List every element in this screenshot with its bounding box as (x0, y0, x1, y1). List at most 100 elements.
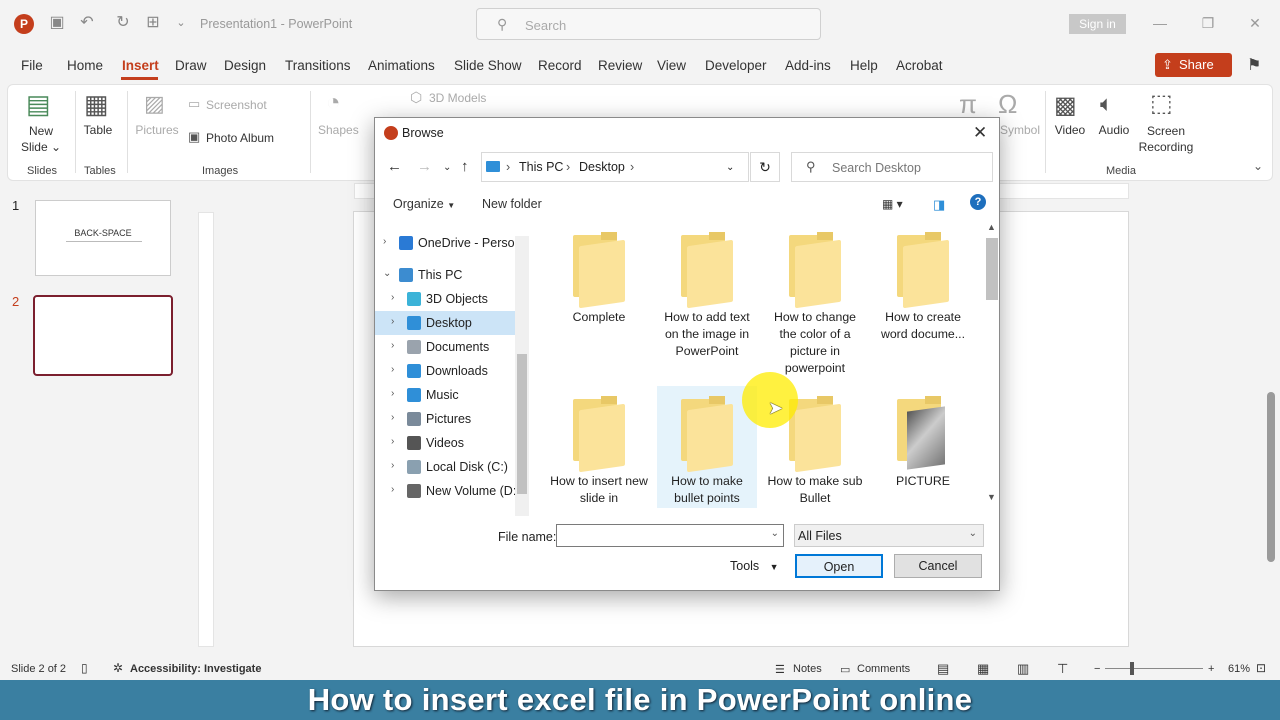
chevron-right-icon[interactable]: › (383, 236, 386, 247)
present-icon[interactable]: ⊞ (142, 12, 164, 34)
zoom-level[interactable]: 61% (1228, 663, 1250, 675)
tab-file[interactable]: File (21, 58, 43, 73)
accessibility-icon[interactable]: ✲ (113, 661, 123, 675)
file-item[interactable]: How to add text on the image in PowerPoi… (657, 222, 757, 382)
file-item[interactable]: How to change the color of a picture in … (765, 222, 865, 382)
file-type-select[interactable]: All Files ⌄ (794, 524, 984, 547)
scroll-up-icon[interactable]: ▲ (987, 222, 996, 232)
tab-animations[interactable]: Animations (368, 58, 435, 73)
comments-icon[interactable]: ⚑ (1247, 55, 1261, 75)
redo-icon[interactable]: ↻ (112, 12, 134, 34)
scroll-thumb[interactable] (986, 238, 998, 300)
chevron-right-icon[interactable]: › (391, 316, 394, 327)
photo-album-button[interactable]: Photo Album (206, 131, 274, 145)
nav-scrollbar[interactable] (515, 236, 529, 516)
zoom-in-icon[interactable]: + (1208, 663, 1214, 675)
help-icon[interactable]: ? (970, 194, 986, 210)
nav-item[interactable]: › Local Disk (C:) (375, 455, 515, 479)
tab-slide-show[interactable]: Slide Show (454, 58, 522, 73)
preview-pane-icon[interactable]: ◨ (933, 197, 945, 213)
comments-button[interactable]: Comments (857, 663, 910, 675)
nav-item[interactable]: › 3D Objects (375, 287, 515, 311)
organize-button[interactable]: Organize ▼ (393, 197, 455, 211)
zoom-out-icon[interactable]: − (1094, 663, 1100, 675)
sign-in-button[interactable]: Sign in (1069, 14, 1126, 34)
chevron-right-icon[interactable]: › (391, 388, 394, 399)
nav-item[interactable]: ⌄ This PC (375, 263, 515, 287)
nav-item[interactable]: › Pictures (375, 407, 515, 431)
nav-item[interactable]: › Documents (375, 335, 515, 359)
nav-item[interactable]: › Videos (375, 431, 515, 455)
file-item[interactable]: How to create word docume... (873, 222, 973, 382)
close-icon[interactable]: ✕ (973, 123, 987, 143)
address-bar[interactable]: › This PC › Desktop › ⌄ (481, 152, 749, 182)
chevron-right-icon[interactable]: › (391, 364, 394, 375)
3d-models-button[interactable]: 3D Models (429, 91, 486, 105)
nav-item[interactable]: › OneDrive - Person (375, 231, 522, 255)
scroll-thumb[interactable] (1267, 392, 1275, 562)
chevron-down-icon[interactable]: ⌄ (771, 528, 779, 539)
recent-locations-icon[interactable]: ⌄ (443, 162, 451, 173)
comments-icon[interactable]: ▭ (840, 663, 850, 676)
editor-scrollbar[interactable] (1265, 182, 1277, 652)
screen-recording-button[interactable]: Screen Recording (1136, 123, 1196, 155)
symbol-button[interactable]: Symbol (1000, 123, 1040, 137)
notes-icon[interactable]: ☰ (775, 663, 785, 676)
slide-thumbnail-2[interactable] (33, 295, 173, 376)
back-icon[interactable]: ← (387, 158, 402, 175)
accessibility-status[interactable]: Accessibility: Investigate (130, 663, 261, 675)
nav-item[interactable]: › Music (375, 383, 515, 407)
fit-to-window-icon[interactable]: ⊡ (1256, 661, 1266, 675)
notes-button[interactable]: Notes (793, 663, 822, 675)
close-icon[interactable]: ✕ (1245, 13, 1265, 33)
file-item[interactable]: Complete (549, 222, 649, 382)
search-desktop-input[interactable]: ⚲ Search Desktop (791, 152, 993, 182)
up-icon[interactable]: ↑ (461, 158, 469, 175)
customize-qat-icon[interactable]: ⌄ (170, 12, 192, 34)
undo-icon[interactable]: ↶ (76, 12, 98, 34)
new-slide-button[interactable]: New Slide ⌄ (18, 123, 64, 155)
zoom-slider-thumb[interactable] (1130, 662, 1134, 675)
nav-item[interactable]: › New Volume (D:) (375, 479, 520, 503)
forward-icon[interactable]: → (417, 158, 432, 175)
pictures-button[interactable]: Pictures (134, 123, 180, 137)
file-item[interactable]: How to insert new slide in (549, 386, 649, 508)
tab-add-ins[interactable]: Add-ins (785, 58, 831, 73)
tab-home[interactable]: Home (67, 58, 103, 73)
zoom-slider[interactable] (1105, 668, 1203, 669)
tab-view[interactable]: View (657, 58, 686, 73)
change-view-icon[interactable]: ▦ ▾ (882, 197, 903, 211)
content-scrollbar[interactable]: ▲ ▼ (985, 220, 999, 508)
audio-button[interactable]: Audio (1096, 123, 1132, 137)
shapes-button[interactable]: Shapes (318, 123, 359, 137)
search-box[interactable]: ⚲ Search (476, 8, 821, 40)
normal-view-icon[interactable]: ▤ (937, 661, 949, 677)
table-button[interactable]: Table (78, 123, 118, 137)
nav-item[interactable]: › Desktop (375, 311, 515, 335)
slideshow-view-icon[interactable]: ⊤ (1057, 661, 1068, 677)
chevron-down-icon[interactable]: ⌄ (383, 268, 391, 279)
tab-record[interactable]: Record (538, 58, 582, 73)
slide-sorter-icon[interactable]: ▦ (977, 661, 989, 677)
reading-view-icon[interactable]: ▥ (1017, 661, 1029, 677)
new-folder-button[interactable]: New folder (482, 197, 542, 211)
tab-acrobat[interactable]: Acrobat (896, 58, 943, 73)
video-button[interactable]: Video (1052, 123, 1088, 137)
cancel-button[interactable]: Cancel (894, 554, 982, 578)
tab-transitions[interactable]: Transitions (285, 58, 351, 73)
tab-help[interactable]: Help (850, 58, 878, 73)
refresh-icon[interactable]: ↻ (750, 152, 780, 182)
chevron-right-icon[interactable]: › (391, 436, 394, 447)
file-item[interactable]: PICTURE (873, 386, 973, 508)
nav-item[interactable]: › Downloads (375, 359, 515, 383)
chevron-right-icon[interactable]: › (391, 412, 394, 423)
breadcrumb-this-pc[interactable]: This PC (519, 160, 563, 174)
tab-design[interactable]: Design (224, 58, 266, 73)
save-icon[interactable]: ▣ (46, 12, 68, 34)
chevron-right-icon[interactable]: › (391, 340, 394, 351)
file-name-input[interactable]: ⌄ (556, 524, 784, 547)
scroll-down-icon[interactable]: ▼ (987, 492, 996, 502)
tools-button[interactable]: Tools ▼ (730, 559, 779, 573)
chevron-right-icon[interactable]: › (391, 460, 394, 471)
tab-review[interactable]: Review (598, 58, 642, 73)
